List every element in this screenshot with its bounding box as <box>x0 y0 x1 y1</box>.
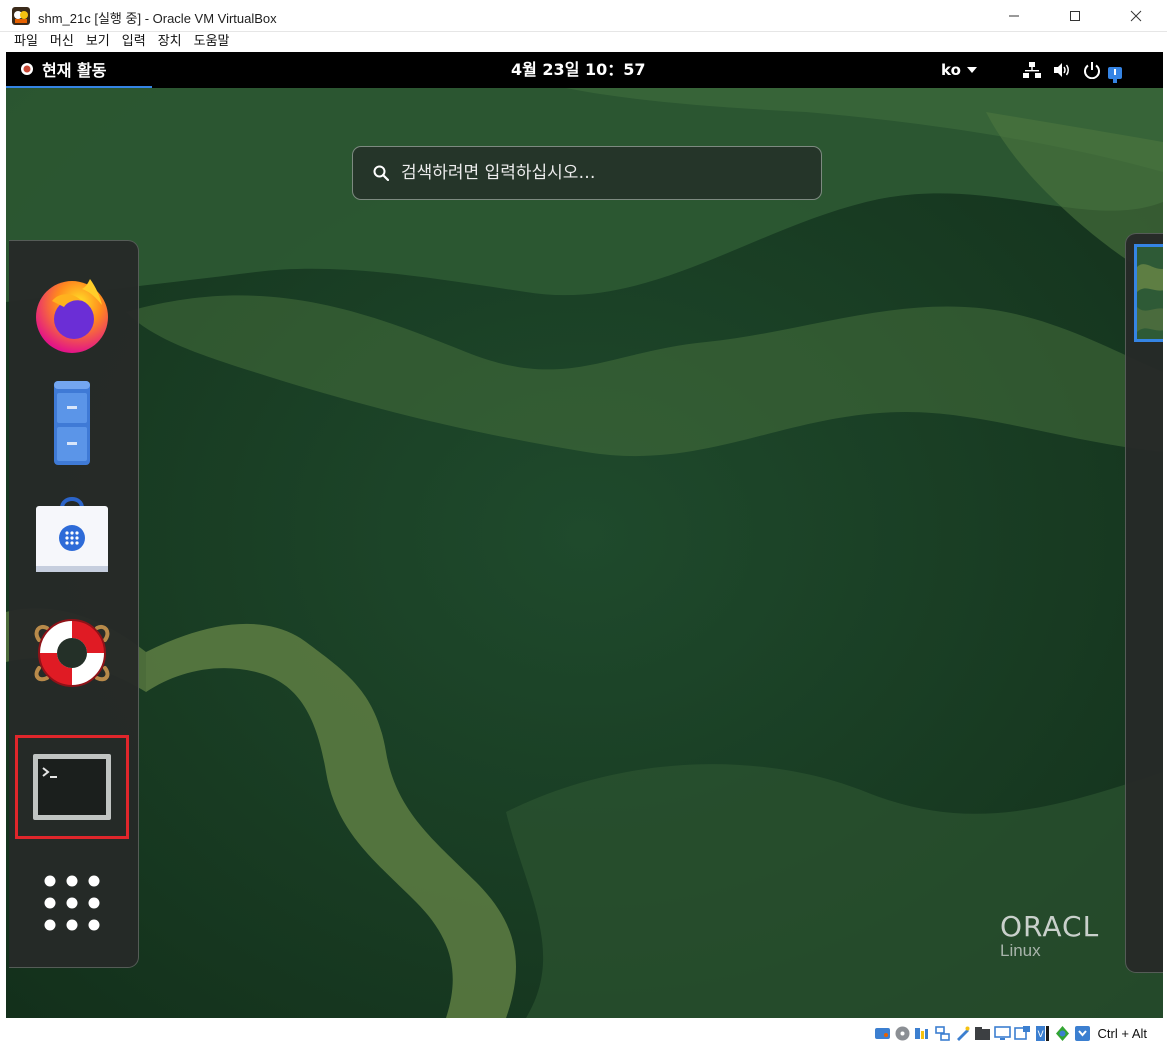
dash-item-help[interactable] <box>15 601 129 705</box>
volume-icon[interactable] <box>1052 61 1072 79</box>
svg-text:V: V <box>1037 1030 1044 1040</box>
firefox-icon <box>36 279 108 353</box>
menu-help[interactable]: 도움말 <box>188 32 236 52</box>
vbox-menubar: 파일 머신 보기 입력 장치 도움말 <box>0 32 1167 52</box>
virtualbox-app-icon <box>12 7 30 25</box>
activities-button[interactable]: 현재 활동 <box>6 52 152 88</box>
network-icon[interactable] <box>1022 61 1042 79</box>
oracle-brand-text: ORACL <box>1000 910 1100 943</box>
oracle-sub-text: Linux <box>1000 941 1041 960</box>
menu-view[interactable]: 보기 <box>80 32 116 52</box>
shared-folders-icon[interactable] <box>974 1025 991 1042</box>
audio-icon[interactable] <box>914 1025 931 1042</box>
search-input[interactable] <box>401 163 801 183</box>
cpu-icon[interactable]: V <box>1034 1025 1051 1042</box>
video-capture-icon[interactable] <box>1013 1025 1031 1042</box>
minimize-button[interactable] <box>991 0 1037 32</box>
guest-screen[interactable]: 현재 활동 4월 23일 10：57 ko 검색하려면 입력하십시오… ORAC… <box>6 52 1163 1018</box>
terminal-icon <box>33 754 111 820</box>
dash-item-software[interactable] <box>15 481 129 585</box>
workspace-preview <box>1137 247 1163 339</box>
show-apps-button[interactable] <box>15 851 129 955</box>
menu-machine[interactable]: 머신 <box>44 32 80 52</box>
chevron-down-icon <box>966 67 977 73</box>
gnome-topbar: 현재 활동 4월 23일 10：57 ko <box>6 52 1163 88</box>
dash-item-firefox[interactable] <box>15 261 129 365</box>
oracle-logo-icon <box>21 63 33 75</box>
minimize-icon <box>1009 15 1019 17</box>
search-icon <box>373 165 389 181</box>
files-icon <box>54 381 90 465</box>
language-label: ko <box>941 61 961 79</box>
dash <box>9 240 139 968</box>
workspace-thumbnail[interactable] <box>1134 244 1163 342</box>
display-icon[interactable] <box>993 1025 1011 1042</box>
window-title: shm_21c [실행 중] - Oracle VM VirtualBox <box>38 11 277 26</box>
dash-item-files[interactable] <box>15 371 129 475</box>
mouse-integration-icon[interactable] <box>1054 1025 1071 1042</box>
maximize-icon <box>1070 11 1080 21</box>
activities-label: 현재 활동 <box>42 61 107 80</box>
network-adapter-icon[interactable] <box>934 1025 951 1042</box>
usb-icon[interactable] <box>954 1025 971 1042</box>
vbox-statusbar: V Ctrl + Alt <box>0 1018 1167 1049</box>
menu-input[interactable]: 입력 <box>116 32 152 52</box>
search-box[interactable] <box>352 146 822 200</box>
menu-devices[interactable]: 장치 <box>152 32 188 52</box>
dash-item-terminal[interactable] <box>15 735 129 839</box>
show-apps-icon <box>44 875 100 931</box>
notification-icon[interactable] <box>1106 66 1126 84</box>
power-icon[interactable] <box>1082 61 1102 79</box>
menu-file[interactable]: 파일 <box>8 32 44 52</box>
help-icon <box>34 619 110 687</box>
software-store-icon <box>36 497 108 572</box>
window-titlebar: shm_21c [실행 중] - Oracle VM VirtualBox <box>0 0 1167 32</box>
close-icon <box>1130 10 1142 22</box>
optical-drive-icon[interactable] <box>894 1025 911 1042</box>
maximize-button[interactable] <box>1052 0 1098 32</box>
workspace-strip <box>1125 233 1163 973</box>
clock[interactable]: 4월 23일 10：57 <box>511 52 646 88</box>
close-button[interactable] <box>1113 0 1159 32</box>
language-switcher[interactable]: ko <box>941 52 977 88</box>
keyboard-icon[interactable] <box>1074 1025 1091 1042</box>
host-key-label: Ctrl + Alt <box>1097 1026 1148 1041</box>
oracle-linux-watermark: ORACL Linux <box>1000 910 1099 961</box>
hdd-icon[interactable] <box>874 1025 891 1042</box>
